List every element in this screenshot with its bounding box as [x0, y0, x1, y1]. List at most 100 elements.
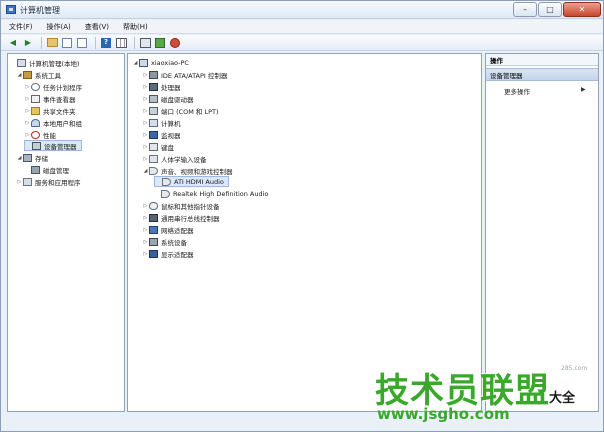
system-device-icon: [149, 237, 158, 246]
view-icon[interactable]: [115, 37, 127, 49]
menu-view[interactable]: 查看(V): [85, 22, 109, 32]
help-icon[interactable]: ?: [100, 37, 112, 49]
device-category-processor[interactable]: ▷ 处理器: [142, 81, 181, 92]
title-bar[interactable]: 计算机管理 – □ ✕: [1, 1, 603, 19]
tree-item-system-tools[interactable]: ◢ 系统工具: [16, 69, 61, 80]
tree-item-label: 计算机管理(本地): [29, 59, 80, 68]
tree-item-label: 本地用户和组: [43, 119, 82, 128]
performance-icon: [31, 130, 40, 139]
properties-icon[interactable]: [76, 37, 88, 49]
tree-item-label: 磁盘管理: [43, 166, 69, 175]
tree-toggle[interactable]: ◢: [16, 155, 23, 161]
up-folder-icon[interactable]: [46, 37, 58, 49]
tree-toggle[interactable]: ▷: [142, 251, 149, 257]
tree-toggle[interactable]: ▷: [24, 132, 31, 138]
minimize-button[interactable]: –: [513, 2, 537, 17]
tree-toggle[interactable]: ▷: [24, 84, 31, 90]
device-manager-icon: [32, 141, 41, 150]
device-root-pc[interactable]: ◢ xiaoxiao-PC: [132, 57, 189, 68]
device-category-display-adapters[interactable]: ▷ 显示适配器: [142, 248, 194, 259]
device-label: xiaoxiao-PC: [151, 58, 189, 67]
navigation-tree-pane: 计算机管理(本地) ◢ 系统工具 ▷ 任务计划程序 ▷ 事件查看器 ▷ 共享文件…: [7, 53, 125, 412]
actions-section-device-manager[interactable]: 设备管理器: [486, 68, 598, 81]
uninstall-icon[interactable]: [169, 37, 181, 49]
tree-item-performance[interactable]: ▷ 性能: [24, 129, 56, 140]
tree-toggle[interactable]: ▷: [142, 96, 149, 102]
tree-toggle[interactable]: ▷: [142, 203, 149, 209]
watermark-side-text: 大全: [549, 391, 576, 406]
tree-item-shared-folders[interactable]: ▷ 共享文件夹: [24, 105, 76, 116]
forward-arrow-icon[interactable]: ▶: [22, 37, 34, 49]
tree-toggle[interactable]: ◢: [16, 72, 23, 78]
storage-icon: [23, 153, 32, 162]
close-button[interactable]: ✕: [563, 2, 601, 17]
device-category-ide[interactable]: ▷ IDE ATA/ATAPI 控制器: [142, 69, 227, 80]
device-category-computer[interactable]: ▷ 计算机: [142, 117, 181, 128]
back-arrow-icon[interactable]: ◀: [7, 37, 19, 49]
maximize-button[interactable]: □: [538, 2, 562, 17]
tree-item-task-scheduler[interactable]: ▷ 任务计划程序: [24, 81, 82, 92]
tree-toggle[interactable]: ▷: [24, 96, 31, 102]
chevron-right-icon[interactable]: ▶: [581, 86, 586, 93]
device-category-disk-drives[interactable]: ▷ 磁盘驱动器: [142, 93, 194, 104]
tree-toggle[interactable]: ▷: [24, 108, 31, 114]
toolbar-separator: [134, 36, 135, 49]
scan-hardware-icon[interactable]: [139, 37, 151, 49]
toolbar-separator: [95, 36, 96, 49]
device-category-usb[interactable]: ▷ 通用串行总线控制器: [142, 212, 220, 223]
computer-management-icon: [6, 5, 16, 14]
tree-item-device-manager[interactable]: 设备管理器: [24, 140, 82, 151]
tree-item-event-viewer[interactable]: ▷ 事件查看器: [24, 93, 76, 104]
tree-toggle[interactable]: ▷: [142, 72, 149, 78]
show-hide-tree-icon[interactable]: [61, 37, 73, 49]
device-label: 鼠标和其他指针设备: [161, 202, 220, 211]
tree-toggle[interactable]: ◢: [142, 168, 149, 174]
device-category-monitors[interactable]: ▷ 监视器: [142, 129, 181, 140]
tree-toggle[interactable]: ▷: [142, 239, 149, 245]
tree-item-label: 性能: [43, 131, 56, 140]
tree-toggle[interactable]: ▷: [142, 120, 149, 126]
device-label: Realtek High Definition Audio: [173, 189, 269, 198]
processor-icon: [149, 82, 158, 91]
disk-icon: [31, 165, 40, 174]
tree-item-label: 设备管理器: [44, 142, 77, 151]
device-category-hid[interactable]: ▷ 人体学输入设备: [142, 153, 207, 164]
device-realtek-hd-audio[interactable]: Realtek High Definition Audio: [154, 188, 268, 199]
tree-toggle[interactable]: ▷: [142, 144, 149, 150]
tree-toggle[interactable]: ◢: [132, 60, 139, 66]
device-category-sound-video-game[interactable]: ◢ 声音、视频和游戏控制器: [142, 165, 233, 176]
tree-toggle[interactable]: ▷: [142, 108, 149, 114]
device-label: 人体学输入设备: [161, 155, 207, 164]
device-category-system-devices[interactable]: ▷ 系统设备: [142, 236, 187, 247]
device-category-ports[interactable]: ▷ 端口 (COM 和 LPT): [142, 105, 219, 116]
tree-toggle[interactable]: ▷: [142, 84, 149, 90]
tree-toggle[interactable]: ▷: [142, 215, 149, 221]
menu-help[interactable]: 帮助(H): [123, 22, 148, 32]
more-actions-link[interactable]: 更多操作: [504, 86, 530, 96]
device-category-keyboards[interactable]: ▷ 键盘: [142, 141, 174, 152]
tree-toggle[interactable]: ▷: [16, 179, 23, 185]
port-icon: [149, 106, 158, 115]
device-category-mice[interactable]: ▷ 鼠标和其他指针设备: [142, 200, 220, 211]
tree-item-disk-management[interactable]: 磁盘管理: [24, 164, 69, 175]
tree-item-label: 系统工具: [35, 71, 61, 80]
device-category-network-adapters[interactable]: ▷ 网络适配器: [142, 224, 194, 235]
tree-toggle[interactable]: ▷: [142, 156, 149, 162]
tree-item-computer-management-local[interactable]: 计算机管理(本地): [10, 57, 80, 68]
tree-item-storage[interactable]: ◢ 存储: [16, 152, 48, 163]
computer-icon: [17, 58, 26, 67]
menu-file[interactable]: 文件(F): [9, 22, 33, 32]
tree-item-services-applications[interactable]: ▷ 服务和应用程序: [16, 176, 81, 187]
tree-toggle[interactable]: ▷: [24, 120, 31, 126]
update-driver-icon[interactable]: [154, 37, 166, 49]
device-label: 网络适配器: [161, 226, 194, 235]
tree-item-local-users-groups[interactable]: ▷ 本地用户和组: [24, 117, 82, 128]
tree-toggle[interactable]: ▷: [142, 132, 149, 138]
tree-toggle[interactable]: ▷: [142, 227, 149, 233]
keyboard-icon: [149, 142, 158, 151]
window-title: 计算机管理: [20, 6, 60, 15]
audio-icon: [161, 189, 170, 198]
device-ati-hdmi-audio[interactable]: ATI HDMI Audio: [154, 176, 229, 187]
menu-action[interactable]: 操作(A): [47, 22, 71, 32]
device-label: 处理器: [161, 83, 181, 92]
